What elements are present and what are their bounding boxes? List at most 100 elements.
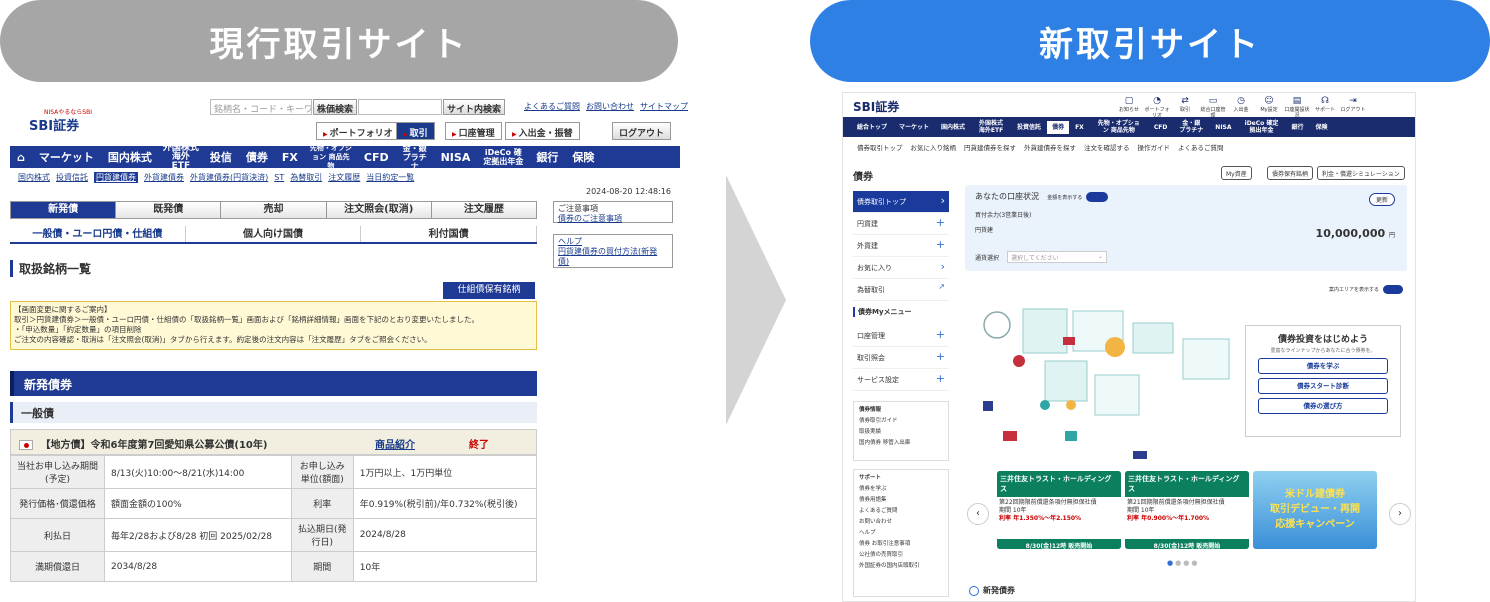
tab-existing[interactable]: 既発債 (116, 202, 222, 218)
nav-item[interactable]: 銀行 (1286, 124, 1310, 131)
nav-item[interactable]: 総合トップ (851, 124, 893, 131)
nav-item[interactable]: 保険 (1310, 124, 1334, 131)
site-search-button[interactable]: サイト内検索 (443, 99, 506, 115)
nav-item-bond[interactable]: 債券 (1047, 120, 1070, 134)
side-item-yen[interactable]: 円貨建 + (853, 213, 949, 235)
nav-item[interactable]: NISA (1209, 124, 1237, 131)
support-link[interactable]: 外国証券の国内店頭取引 (859, 561, 943, 572)
tab-coupon-jgb[interactable]: 利付国債 (361, 226, 538, 242)
logout-icon[interactable]: ⇥ ログアウト (1339, 96, 1367, 119)
currency-select[interactable]: 選択してください ⌄ (1007, 251, 1107, 263)
nav-insurance[interactable]: 保険 (565, 152, 601, 163)
nav-gold[interactable]: 金・銀 プラチナ (396, 144, 434, 171)
learn-bonds-button[interactable]: 債券を学ぶ (1258, 358, 1388, 374)
sbi-logo[interactable]: SBI証券 (853, 98, 899, 115)
support-link[interactable]: 債券を学ぶ (859, 484, 943, 495)
bond-holdings-button[interactable]: 債券保有銘柄 (1267, 166, 1314, 180)
faq-link[interactable]: よくあるご質問 (524, 102, 580, 111)
side-item-settings[interactable]: サービス設定 + (853, 369, 949, 391)
nav-item[interactable]: マーケット (893, 124, 935, 131)
nav-item[interactable]: 投資信託 (1011, 124, 1047, 131)
subnav-item[interactable]: 当日約定一覧 (366, 173, 414, 182)
nav-market[interactable]: マーケット (32, 152, 101, 163)
side-item-inquiry[interactable]: 取引照会 + (853, 347, 949, 369)
info-link[interactable]: 取扱実績 (859, 427, 943, 438)
bond-diagnosis-button[interactable]: 債券スタート診断 (1258, 378, 1388, 394)
how-to-choose-button[interactable]: 債券の選び方 (1258, 398, 1388, 414)
subnav-item[interactable]: お気に入り銘柄 (911, 144, 957, 152)
nav-item[interactable]: 金・銀 プラチナ (1173, 120, 1209, 134)
subnav-item[interactable]: 外貨建債券 (144, 173, 184, 182)
tab-sell[interactable]: 売却 (221, 202, 327, 218)
subnav-item[interactable]: 国内株式 (18, 173, 50, 182)
refresh-button[interactable]: 更新 (1368, 193, 1395, 206)
my-assets-button[interactable]: My資産 (1221, 166, 1252, 180)
side-item-fx[interactable]: 為替取引 ↗ (853, 279, 949, 301)
subnav-item[interactable]: 為替取引 (290, 173, 322, 182)
tab-general-bond[interactable]: 一般債・ユーロ円債・仕組債 (10, 226, 186, 242)
tab-account[interactable]: 口座管理 (445, 122, 502, 140)
nav-fund[interactable]: 投信 (203, 152, 239, 163)
account-icon[interactable]: ▭ 総合口座管理 (1199, 96, 1227, 119)
nav-item[interactable]: iDeCo 確定拠出年金 (1238, 120, 1286, 134)
deposit-icon[interactable]: ◷ 入出金 (1227, 96, 1255, 119)
tab-trade[interactable]: 取引 (396, 122, 435, 140)
support-link[interactable]: ヘルプ (859, 528, 943, 539)
tab-new-issue[interactable]: 新発債 (11, 202, 117, 218)
account-opening-icon[interactable]: ▤ 口座開設状況 (1283, 96, 1311, 119)
simulation-button[interactable]: 利金・償還シミュレーション (1317, 166, 1405, 180)
home-icon[interactable]: ⌂ (10, 152, 32, 163)
support-link[interactable]: 債券 お取引注意事項 (859, 539, 943, 550)
nav-futures[interactable]: 先物・オプション 商品先物 (305, 144, 357, 171)
info-link[interactable]: 国内債券 移管入出庫 (859, 438, 943, 449)
side-item-account[interactable]: 口座管理 + (853, 325, 949, 347)
support-link[interactable]: よくあるご質問 (859, 506, 943, 517)
nav-item[interactable]: CFD (1148, 124, 1173, 131)
carousel-dots[interactable]: ●●●● (1167, 559, 1199, 567)
user-settings-icon[interactable]: ☺ My設定 (1255, 96, 1283, 119)
nav-domestic-stock[interactable]: 国内株式 (101, 152, 159, 163)
carousel-next-button[interactable]: › (1389, 503, 1411, 525)
trade-icon[interactable]: ⇄ 取引 (1171, 96, 1199, 119)
info-link[interactable]: 債券取引ガイド (859, 416, 943, 427)
nav-item[interactable]: 先物・オプション 商品先物 (1090, 120, 1148, 134)
stock-search-input[interactable]: 銘柄名・コード・キーワ (210, 99, 312, 115)
subnav-item[interactable]: 注文履歴 (328, 173, 360, 182)
site-search-input[interactable] (358, 99, 442, 115)
subnav-item[interactable]: ST (274, 173, 284, 182)
subnav-item[interactable]: よくあるご質問 (1178, 144, 1224, 152)
guide-area-toggle[interactable]: 案内エリアを表示する (1329, 285, 1404, 294)
tab-order-history[interactable]: 注文履歴 (431, 202, 537, 218)
sitemap-link[interactable]: サイトマップ (640, 102, 688, 111)
subnav-item[interactable]: 外貨建債券を探す (1024, 144, 1076, 152)
tab-individual-jgb[interactable]: 個人向け国債 (186, 226, 362, 242)
contact-link[interactable]: お問い合わせ (586, 102, 634, 111)
nav-bank[interactable]: 銀行 (529, 152, 565, 163)
side-item-top[interactable]: 債券取引トップ › (853, 191, 949, 213)
subnav-item[interactable]: 操作ガイド (1138, 144, 1171, 152)
nav-fx[interactable]: FX (275, 152, 305, 163)
support-link[interactable]: 公社債の売買取引 (859, 550, 943, 561)
tab-portfolio[interactable]: ポートフォリオ (316, 122, 400, 140)
product-info-link[interactable]: 商品紹介 (375, 436, 415, 451)
subnav-item-yen-bond[interactable]: 円貨建債券 (94, 172, 138, 183)
subnav-item[interactable]: 外貨建債券(円貨決済) (190, 173, 268, 182)
banner-bond-2[interactable]: 三井住友トラスト・ホールディングス 第21回期限前償還条項付無担保社債 期間 1… (1125, 471, 1249, 549)
subnav-item[interactable]: 注文を確認する (1084, 144, 1130, 152)
sbi-logo[interactable]: NISAやるならSBI SBI証券 (24, 105, 104, 135)
subnav-item[interactable]: 投資信託 (56, 173, 88, 182)
show-amount-toggle[interactable] (1086, 192, 1109, 202)
side-item-foreign[interactable]: 外貨建 + (853, 235, 949, 257)
structured-bond-holdings-button[interactable]: 仕組債保有銘柄 (443, 282, 535, 299)
support-icon[interactable]: ☊ サポート (1311, 96, 1339, 119)
portfolio-icon[interactable]: ◔ ポートフォリオ (1143, 96, 1171, 119)
banner-bond-1[interactable]: 三井住友トラスト・ホールディングス 第22回期限前償還条項付無担保社債 期間 1… (997, 471, 1121, 549)
nav-cfd[interactable]: CFD (357, 152, 396, 163)
help-link[interactable]: ヘルプ (558, 237, 668, 247)
notification-icon[interactable]: ▢ お知らせ (1115, 96, 1143, 119)
carousel-prev-button[interactable]: ‹ (967, 503, 989, 525)
subnav-item[interactable]: 円貨建債券を探す (964, 144, 1016, 152)
subnav-item[interactable]: 債券取引トップ (857, 144, 903, 152)
side-item-favorites[interactable]: お気に入り › (853, 257, 949, 279)
nav-item[interactable]: 外国株式 海外ETF (971, 120, 1011, 134)
